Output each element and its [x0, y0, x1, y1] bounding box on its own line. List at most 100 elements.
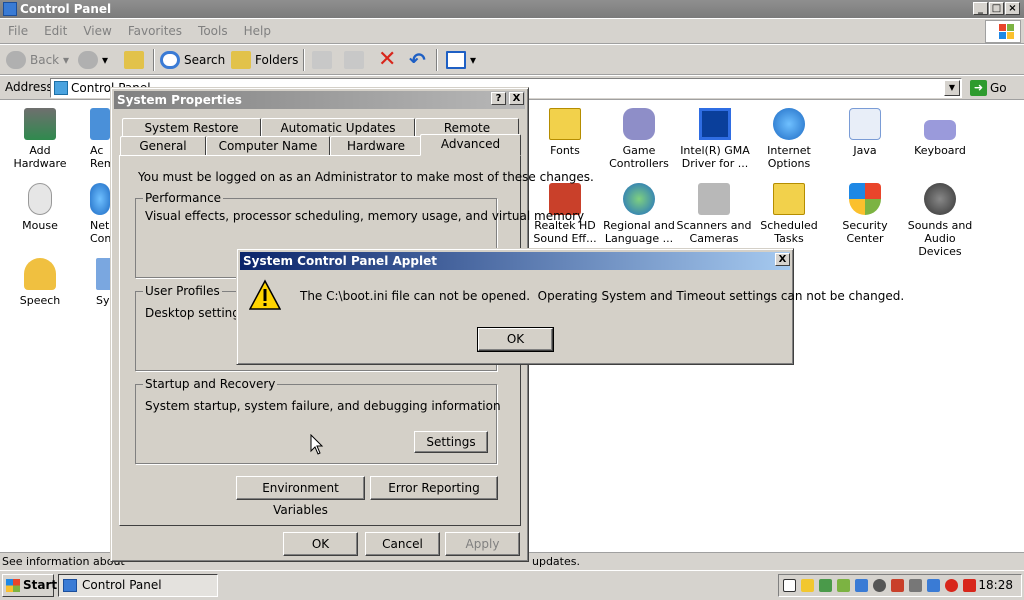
icon-scanners[interactable]: Scanners and Cameras	[676, 183, 752, 245]
icon-security-center[interactable]: Security Center	[827, 183, 903, 245]
icon-intel-gma[interactable]: Intel(R) GMA Driver for ...	[676, 108, 754, 170]
display-tray-icon[interactable]	[855, 579, 868, 592]
dialog-close-button[interactable]: X	[509, 92, 524, 105]
help-button[interactable]: ?	[491, 92, 506, 105]
back-arrow-icon	[6, 51, 26, 69]
icon-label: Keyboard	[914, 144, 966, 157]
tab-system-restore[interactable]: System Restore	[122, 118, 261, 138]
environment-variables-button[interactable]: Environment Variables	[236, 476, 365, 517]
icon-internet-options[interactable]: Internet Options	[751, 108, 827, 170]
taskbar-item-control-panel[interactable]: Control Panel	[58, 574, 218, 597]
up-folder-button[interactable]	[122, 48, 148, 72]
tab-hardware[interactable]: Hardware	[330, 136, 422, 156]
ok-button[interactable]: OK	[283, 532, 358, 556]
control-panel-icon	[3, 2, 17, 16]
toolbar-separator	[436, 49, 438, 71]
back-label: Back	[30, 53, 60, 67]
tab-general[interactable]: General	[120, 136, 206, 156]
status-text-left: See information about	[2, 555, 125, 568]
undo-button[interactable]: ↶	[405, 48, 431, 72]
scheduled-tasks-icon	[773, 183, 805, 215]
game-controller-icon	[623, 108, 655, 140]
menu-tools[interactable]: Tools	[190, 19, 236, 44]
clock: 18:28	[978, 578, 1013, 592]
mouse-icon	[28, 183, 52, 215]
menu-edit[interactable]: Edit	[36, 19, 75, 44]
shield-tray-icon[interactable]	[801, 579, 814, 592]
fonts-folder-icon	[549, 108, 581, 140]
icon-fonts[interactable]: Fonts	[527, 108, 603, 157]
security-tray-icon[interactable]	[945, 579, 958, 592]
startup-settings-button[interactable]: Settings	[414, 431, 488, 453]
icon-game-controllers[interactable]: Game Controllers	[601, 108, 677, 170]
warning-icon	[249, 279, 281, 310]
globe-icon	[773, 108, 805, 140]
delete-button[interactable]: ✕	[374, 48, 400, 72]
regional-globe-icon	[623, 183, 655, 215]
mouse-cursor-icon	[310, 434, 324, 455]
toolbar-separator	[303, 49, 305, 71]
copy-to-icon	[344, 51, 364, 69]
windows-logo-icon	[985, 20, 1021, 43]
icon-mouse[interactable]: Mouse	[2, 183, 78, 232]
icon-add-hardware[interactable]: Add Hardware	[2, 108, 78, 170]
monitor-tray-icon[interactable]	[927, 579, 940, 592]
volume-tray-icon[interactable]	[909, 579, 922, 592]
window-title: Control Panel	[20, 2, 112, 16]
address-label: Address	[5, 80, 53, 94]
audio-tray-icon[interactable]	[891, 579, 904, 592]
cancel-button[interactable]: Cancel	[365, 532, 440, 556]
error-reporting-button[interactable]: Error Reporting	[370, 476, 498, 500]
device-tray-icon[interactable]	[873, 579, 886, 592]
menu-help[interactable]: Help	[236, 19, 279, 44]
user-profiles-label: User Profiles	[143, 284, 222, 298]
close-button[interactable]: ×	[1005, 2, 1020, 15]
applet-close-button[interactable]: X	[775, 253, 790, 266]
undo-icon: ↶	[409, 48, 426, 72]
control-panel-task-icon	[63, 579, 77, 592]
task-label: Control Panel	[82, 578, 162, 592]
folders-button[interactable]: Folders	[229, 48, 299, 72]
icon-label: Security Center	[842, 219, 888, 245]
address-dropdown-button[interactable]: ▼	[944, 80, 960, 96]
tab-automatic-updates[interactable]: Automatic Updates	[261, 118, 415, 138]
status-text-right: updates.	[532, 555, 580, 568]
icon-keyboard[interactable]: Keyboard	[902, 108, 978, 157]
icon-label: Fonts	[550, 144, 580, 157]
icon-label: Regional and Language ...	[603, 219, 675, 245]
forward-button[interactable]: ▾	[76, 48, 116, 72]
network-tray-icon[interactable]	[819, 579, 832, 592]
help-tray-icon[interactable]	[783, 579, 796, 592]
copy-to-button[interactable]	[342, 48, 368, 72]
apply-button[interactable]: Apply	[445, 532, 520, 556]
icon-sounds[interactable]: Sounds and Audio Devices	[902, 183, 978, 258]
icon-scheduled-tasks[interactable]: Scheduled Tasks	[751, 183, 827, 245]
menu-file[interactable]: File	[0, 19, 36, 44]
icon-regional[interactable]: Regional and Language ...	[601, 183, 677, 245]
move-to-icon	[312, 51, 332, 69]
tab-advanced[interactable]: Advanced	[420, 134, 521, 156]
icon-speech[interactable]: Speech	[2, 258, 78, 307]
system-properties-title: System Properties	[117, 93, 242, 107]
menu-favorites[interactable]: Favorites	[120, 19, 190, 44]
startup-recovery-label: Startup and Recovery	[143, 377, 278, 391]
move-to-button[interactable]	[310, 48, 336, 72]
minimize-button[interactable]: _	[973, 2, 988, 15]
back-button[interactable]: Back ▾	[4, 48, 72, 72]
scanner-camera-icon	[698, 183, 730, 215]
menu-view[interactable]: View	[75, 19, 119, 44]
start-button[interactable]: Start	[2, 574, 58, 597]
applet-message: The C:\boot.ini file can not be opened. …	[300, 289, 905, 303]
start-label: Start	[23, 578, 58, 592]
icon-java[interactable]: Java	[827, 108, 903, 157]
go-button[interactable]: ➜ Go	[968, 78, 1018, 98]
maximize-button[interactable]: □	[989, 2, 1004, 15]
update-tray-icon[interactable]	[837, 579, 850, 592]
java-icon	[849, 108, 881, 140]
applet-ok-button[interactable]: OK	[477, 327, 554, 352]
network-disconnected-tray-icon[interactable]	[963, 579, 976, 592]
search-button[interactable]: Search	[158, 48, 225, 72]
keyboard-icon	[924, 120, 956, 140]
tab-computer-name[interactable]: Computer Name	[206, 136, 330, 156]
views-button[interactable]: ▾	[444, 48, 480, 72]
